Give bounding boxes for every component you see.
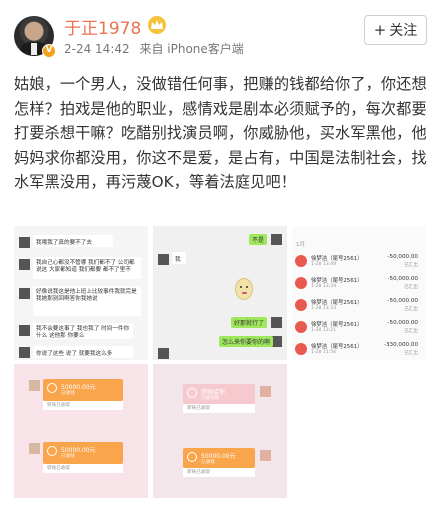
chat-bubble-sent: 怎么来你要你的啊 <box>219 336 274 347</box>
post-text: 姑娘，一个男人，没做错任何事，把赚的钱都给你了，你还想怎样？拍戏是他的职业，感情… <box>14 75 427 192</box>
chat-text: 我不会要这事了 我也我了 时间一件你什么 这他那 你要么 <box>36 326 130 339</box>
tx-date: 1-28 11:56 <box>311 350 337 355</box>
chat-avatar <box>19 288 30 299</box>
member-crown-icon[interactable] <box>148 16 166 34</box>
transfer-card: 50000.00元 已收钱 <box>43 442 123 464</box>
transfer-foot: 转账已收取 <box>183 468 255 477</box>
tx-status: 已汇出 <box>404 285 418 290</box>
follow-button[interactable]: + 关注 <box>364 15 427 45</box>
chat-avatar <box>260 386 271 397</box>
chat-bubble-sent: 不是 <box>249 234 268 245</box>
transfer-card: 转账给你 已被领取 <box>183 384 255 404</box>
chat-avatar <box>19 347 30 358</box>
transfer-card: 50000.00元 已收钱 <box>43 379 123 401</box>
post-date: 2-24 14:42 <box>64 42 130 56</box>
month-header: 1月 <box>296 242 306 248</box>
chat-avatar <box>158 348 169 359</box>
chat-avatar <box>19 259 30 270</box>
chat-avatar <box>19 325 30 336</box>
tx-name: 徐梦洁（尾号2561） <box>311 344 363 350</box>
post-header: V 于正1978 2-24 14:42 来自 iPhone客户端 + 关注 <box>0 0 440 66</box>
chat-text: 我 <box>175 257 181 263</box>
tx-date: 1-28 13:34 <box>311 284 337 289</box>
chat-bubble-sent: 好那就行了 <box>231 317 268 328</box>
post-source: 来自 iPhone客户端 <box>139 42 244 56</box>
tx-date: 1-28 13:49 <box>311 262 337 267</box>
tx-date: 1-28 13:33 <box>311 306 337 311</box>
plus-icon: + <box>373 21 387 39</box>
chat-avatar <box>158 254 169 265</box>
transfer-icon <box>187 388 197 398</box>
transfer-foot: 转账已收取 <box>183 404 255 413</box>
transaction-row: 徐梦洁（尾号2561） 1-28 13:21 -50,000.00 已汇出 <box>292 317 422 339</box>
attached-image-transfers-2[interactable]: 转账给你 已被领取 转账已收取 50000.00元 已收钱 转账已收取 <box>153 364 287 498</box>
chat-text: 我自己心都没不管哪 我们都不了 公司都说这 大家都知道 我们都要 都不了里不 <box>36 260 135 273</box>
tx-amount: -50,000.00 <box>387 320 419 326</box>
chat-text: 我哦我了真的要不了去 <box>36 240 92 246</box>
chat-avatar <box>29 443 40 454</box>
chat-text: 你说了这些 说了 就要我这么多 <box>36 351 113 357</box>
verified-badge-icon: V <box>42 44 56 58</box>
avatar-shirt <box>31 43 37 55</box>
attached-image-bank-transfers[interactable]: 1月 徐梦洁（尾号2561） 1-28 13:49 -50,000.00 已汇出… <box>292 226 426 360</box>
chat-avatar <box>260 450 271 461</box>
transaction-row: 徐梦洁（尾号2561） 1-28 13:34 -50,000.00 已汇出 <box>292 273 422 295</box>
transaction-row: 徐梦洁（尾号2561） 1-28 11:56 -330,000.00 已汇出 <box>292 339 422 360</box>
tx-name: 徐梦洁（尾号2561） <box>311 278 363 284</box>
transfer-sub: 已收钱 <box>201 460 215 465</box>
chat-avatar <box>29 380 40 391</box>
transfer-sub: 已收钱 <box>61 391 75 396</box>
tx-name: 徐梦洁（尾号2561） <box>311 322 363 328</box>
tx-name: 徐梦洁（尾号2561） <box>311 256 363 262</box>
transfer-icon <box>187 452 197 462</box>
transfer-card: 50000.00元 已收钱 <box>183 448 255 468</box>
bank-icon <box>295 255 307 267</box>
attached-image-transfers-1[interactable]: 50000.00元 已收钱 转账已收取 50000.00元 已收钱 转账已收取 <box>14 364 148 498</box>
emoji-face-icon <box>235 278 253 300</box>
tx-status: 已汇出 <box>404 263 418 268</box>
tx-amount: -330,000.00 <box>383 342 418 348</box>
tx-status: 已汇出 <box>404 307 418 312</box>
chat-text: 好像说我这是他上班上比较事件我就完是我她那别回啊答你我她说 <box>36 289 137 302</box>
transfer-sub: 已被领取 <box>201 396 220 401</box>
transfer-icon <box>47 446 57 456</box>
follow-label: 关注 <box>389 23 418 39</box>
transfer-sub: 已收钱 <box>61 454 75 459</box>
tx-status: 已汇出 <box>404 329 418 334</box>
chat-avatar <box>19 237 30 248</box>
transaction-row: 徐梦洁（尾号2561） 1-28 13:49 -50,000.00 已汇出 <box>292 251 422 273</box>
author-name[interactable]: 于正1978 <box>64 14 141 39</box>
tx-amount: -50,000.00 <box>387 276 419 282</box>
bank-icon <box>295 299 307 311</box>
post-meta: 2-24 14:42 来自 iPhone客户端 <box>64 40 250 57</box>
transfer-foot: 转账已收取 <box>43 401 123 410</box>
bank-icon <box>295 321 307 333</box>
bank-icon <box>295 343 307 355</box>
tx-name: 徐梦洁（尾号2561） <box>311 300 363 306</box>
tx-amount: -50,000.00 <box>387 254 419 260</box>
transfer-icon <box>47 383 57 393</box>
chat-avatar <box>271 317 282 328</box>
tx-date: 1-28 13:21 <box>311 328 337 333</box>
tx-amount: -50,000.00 <box>387 298 419 304</box>
attached-image-chat-2[interactable]: 不是 我 好那就行了 怎么来你要你的啊 <box>153 226 287 360</box>
transfer-foot: 转账已收取 <box>43 464 123 473</box>
chat-avatar <box>271 234 282 245</box>
transaction-row: 徐梦洁（尾号2561） 1-28 13:33 -50,000.00 已汇出 <box>292 295 422 317</box>
attached-image-chat-1[interactable]: 我哦我了真的要不了去 我自己心都没不管哪 我们都不了 公司都说这 大家都知道 我… <box>14 226 148 360</box>
bank-icon <box>295 277 307 289</box>
tx-status: 已汇出 <box>404 351 418 356</box>
